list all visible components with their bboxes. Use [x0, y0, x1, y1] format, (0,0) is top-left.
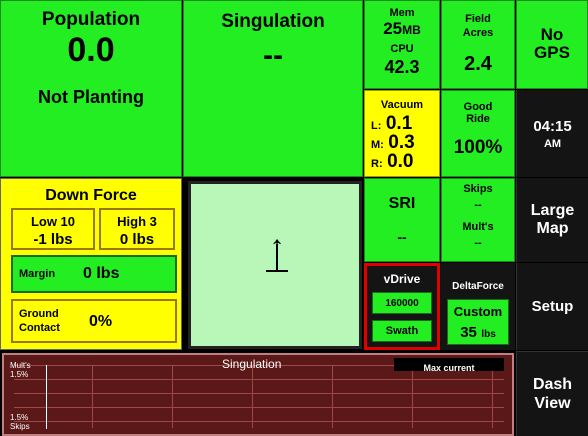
sri-title: SRI: [388, 195, 416, 212]
singulation-graph[interactable]: Singulation Max current Mult's 1.5% 1.5%…: [2, 353, 514, 436]
deltaforce-title: DeltaForce: [452, 281, 504, 292]
skips-mults-tile[interactable]: Skips -- Mult's --: [441, 178, 515, 262]
field-acres-value: 2.4: [464, 53, 492, 75]
down-force-panel[interactable]: Down Force Low 10 -1 lbs High 3 0 lbs Ma…: [0, 178, 182, 350]
vacuum-middle-label: M:: [371, 139, 384, 151]
map-view[interactable]: ↑: [188, 181, 362, 349]
skips-label: Skips: [463, 183, 493, 195]
graph-top-label-1: Mult's: [10, 361, 31, 370]
field-acres-tile[interactable]: Field Acres 2.4: [441, 0, 515, 89]
down-force-low-box: Low 10 -1 lbs: [11, 208, 95, 250]
ground-contact-value: 0%: [89, 313, 113, 330]
good-ride-label-1: Good: [463, 101, 493, 113]
skips-value: --: [474, 199, 482, 211]
vacuum-right: R: 0.0: [371, 151, 413, 173]
population-tile[interactable]: Population 0.0 Not Planting: [0, 0, 182, 177]
ground-contact-label-1: Ground: [19, 308, 59, 320]
cpu-value: 42.3: [384, 57, 420, 77]
vacuum-right-label: R:: [371, 158, 383, 170]
down-force-low-value: -1 lbs: [33, 231, 73, 248]
vdrive-tile[interactable]: vDrive 160000 Swath: [364, 263, 440, 350]
deltaforce-unit: lbs: [481, 329, 496, 340]
mem-number: 25: [383, 19, 403, 38]
dash-view-line-1: Dash: [532, 376, 573, 393]
vacuum-left-value: 0.1: [385, 113, 413, 134]
graph-axis: [46, 365, 47, 429]
dash-view-line-2: View: [534, 395, 571, 412]
clock-time: 04:15: [533, 118, 572, 135]
large-map-line-1: Large: [530, 202, 575, 219]
singulation-tile[interactable]: Singulation --: [183, 0, 363, 177]
mem-unit: MB: [402, 23, 421, 37]
population-title: Population: [41, 9, 141, 30]
sri-tile[interactable]: SRI --: [364, 178, 440, 262]
cpu-label: CPU: [390, 43, 414, 55]
mem-label: Mem: [389, 7, 415, 19]
vacuum-title: Vacuum: [380, 99, 424, 111]
good-ride-label-2: Ride: [466, 113, 490, 125]
graph-title: Singulation: [222, 357, 282, 371]
mults-label: Mult's: [462, 221, 494, 233]
mem-value: 25MB: [365, 19, 439, 39]
clock-ampm: AM: [543, 138, 562, 150]
down-force-title: Down Force: [45, 187, 137, 204]
deltaforce-mode-box: Custom 35 lbs: [447, 299, 509, 345]
gps-line-2: GPS: [534, 43, 570, 62]
vdrive-rate-box: 160000: [372, 292, 432, 314]
graph-badge-label: Max current: [423, 363, 475, 373]
singulation-value: --: [263, 39, 283, 72]
gps-line-1: No: [540, 25, 564, 44]
vdrive-title: vDrive: [383, 272, 421, 286]
mults-value: --: [474, 237, 482, 249]
good-ride-tile[interactable]: Good Ride 100%: [441, 90, 515, 177]
population-value: 0.0: [67, 31, 115, 69]
sri-value: --: [397, 229, 407, 245]
population-status: Not Planting: [38, 87, 144, 107]
vdrive-mode: Swath: [385, 325, 419, 337]
field-acres-label-2: Acres: [462, 27, 494, 39]
deltaforce-tile[interactable]: DeltaForce Custom 35 lbs: [441, 263, 515, 350]
setup-button[interactable]: Setup: [516, 263, 588, 350]
ground-contact-box: Ground Contact 0%: [11, 299, 177, 343]
graph-bottom-label-2: Skips: [10, 422, 30, 431]
down-force-margin-box: Margin 0 lbs: [11, 255, 177, 293]
vacuum-left-label: L:: [371, 120, 382, 132]
vacuum-tile[interactable]: Vacuum L: 0.1 M: 0.3 R: 0.0: [364, 90, 440, 177]
down-force-high-value: 0 lbs: [119, 231, 155, 248]
deltaforce-value: 35: [460, 324, 477, 341]
graph-max-current-badge: Max current: [394, 358, 504, 373]
margin-label: Margin: [19, 268, 56, 280]
memory-cpu-tile[interactable]: Mem 25MB CPU 42.3: [364, 0, 440, 89]
down-force-high-label: High 3: [117, 214, 157, 229]
gps-status-tile[interactable]: No GPS: [516, 0, 588, 89]
singulation-title: Singulation: [221, 11, 325, 32]
deltaforce-mode: Custom: [453, 304, 503, 319]
graph-bottom-label-1: 1.5%: [10, 413, 29, 422]
down-force-low-label: Low 10: [30, 214, 76, 229]
ground-contact-label-2: Contact: [19, 322, 60, 334]
vdrive-rate: 160000: [385, 298, 419, 309]
good-ride-value: 100%: [453, 137, 503, 158]
large-map-button[interactable]: Large Map: [516, 178, 588, 262]
down-force-high-box: High 3 0 lbs: [99, 208, 175, 250]
deltaforce-value-line: 35 lbs: [448, 324, 508, 342]
dash-view-button[interactable]: Dash View: [516, 351, 588, 436]
setup-label: Setup: [531, 298, 574, 315]
clock-tile: 04:15 AM: [516, 90, 588, 177]
large-map-line-2: Map: [536, 220, 569, 237]
north-arrow-icon: ↑: [264, 226, 290, 290]
vdrive-mode-box: Swath: [372, 320, 432, 342]
margin-value: 0 lbs: [83, 265, 120, 282]
field-acres-label-1: Field: [465, 13, 491, 25]
vacuum-right-value: 0.0: [387, 151, 414, 172]
vacuum-middle-value: 0.3: [388, 132, 415, 153]
graph-top-label-2: 1.5%: [10, 370, 29, 379]
